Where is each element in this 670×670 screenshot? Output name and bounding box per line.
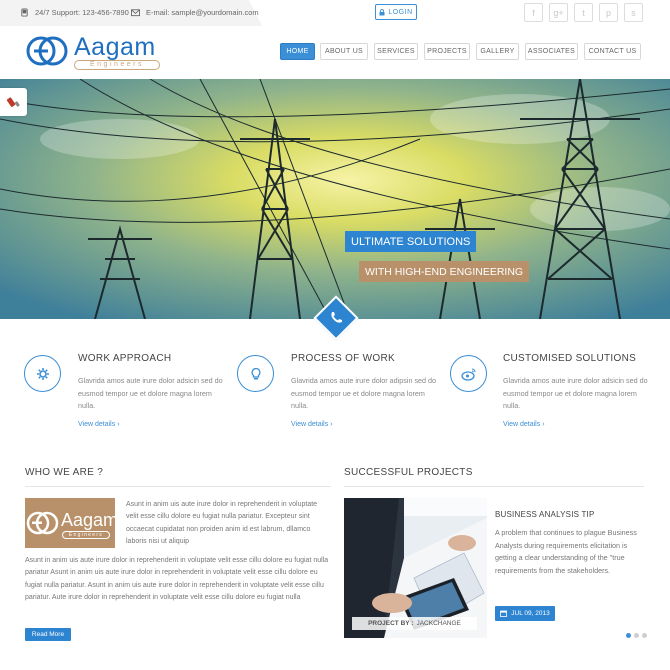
support-text: 24/7 Support: 123-456-7890 <box>35 8 129 17</box>
nav-associates[interactable]: ASSOCIATES <box>525 43 578 60</box>
twitter-icon: t <box>582 7 585 18</box>
feature-1-icon-circle <box>24 355 61 392</box>
feature-3-title: CUSTOMISED SOLUTIONS <box>503 353 637 364</box>
carousel-dot-2[interactable] <box>634 633 639 638</box>
hero-caption-primary: ULTIMATE SOLUTIONS <box>345 231 477 252</box>
feature-2-link[interactable]: View details › <box>291 421 333 428</box>
email-text: E-mail: sample@yourdomain.com <box>146 8 259 17</box>
nav-projects-label: PROJECTS <box>427 48 467 55</box>
feature-3-text: Glavrida amos aute irure dolor adsicin s… <box>503 376 648 410</box>
project-date-badge: JUL 09, 2013 <box>495 606 555 621</box>
nav-contact-us[interactable]: CONTACT US <box>584 43 641 60</box>
envelope-icon <box>131 9 140 17</box>
site-logo[interactable]: Aagam Engineers <box>26 29 166 73</box>
feature-1-title: WORK APPROACH <box>78 353 172 364</box>
pinterest-button[interactable]: p <box>599 3 618 22</box>
nav-gallery[interactable]: GALLERY <box>476 43 519 60</box>
hero-caption-secondary: WITH HIGH-END ENGINEERING <box>359 261 530 282</box>
calendar-icon <box>500 610 508 617</box>
nav-home[interactable]: HOME <box>280 43 315 60</box>
feature-2-text: Glavrida amos aute irure dolor adipsin s… <box>291 376 437 410</box>
twitter-button[interactable]: t <box>574 3 593 22</box>
feature-2-link-label: View details <box>291 421 329 428</box>
skype-button[interactable]: s <box>624 3 643 22</box>
projects-title: SUCCESSFUL PROJECTS <box>344 467 473 478</box>
login-label: LOGIN <box>388 8 413 16</box>
email-info: E-mail: sample@yourdomain.com <box>131 8 259 17</box>
login-button[interactable]: LOGIN <box>375 4 417 20</box>
projects-divider <box>344 486 644 487</box>
chevron-right-icon: › <box>330 421 333 428</box>
nav-services[interactable]: SERVICES <box>374 43 418 60</box>
project-item-title[interactable]: BUSINESS ANALYSIS TIP <box>495 510 595 519</box>
logo-name: Aagam <box>74 33 156 61</box>
nav-projects[interactable]: PROJECTS <box>424 43 470 60</box>
site-header: Aagam Engineers HOME ABOUT US SERVICES P… <box>0 28 670 78</box>
nav-about-us[interactable]: ABOUT US <box>320 43 368 60</box>
weibo-icon <box>460 367 476 381</box>
feature-1-link-label: View details <box>78 421 116 428</box>
feature-2-title: PROCESS OF WORK <box>291 353 395 364</box>
settings-tab[interactable] <box>0 88 27 116</box>
who-we-are-title: WHO WE ARE ? <box>25 467 104 478</box>
chevron-right-icon: › <box>117 421 120 428</box>
who-we-are-logo-image: Aagam Engineers <box>25 498 119 548</box>
project-by-caption: PROJECT BY : JACKCHANGE <box>352 617 477 630</box>
carousel-dot-3[interactable] <box>642 633 647 638</box>
project-item-text: A problem that continues to plague Busin… <box>495 528 637 575</box>
feature-2-icon-circle <box>237 355 274 392</box>
phone-icon <box>21 8 28 17</box>
lock-icon <box>379 8 385 15</box>
hero-image <box>0 79 670 319</box>
carousel-dot-1[interactable] <box>626 633 631 638</box>
google-plus-button[interactable]: g+ <box>549 3 568 22</box>
who-logo-subtitle: Engineers <box>62 531 110 539</box>
nav-gallery-label: GALLERY <box>480 48 515 55</box>
feature-1-text: Glavrida amos aute irure dolor adsicin s… <box>78 376 223 410</box>
project-date: JUL 09, 2013 <box>511 610 550 617</box>
skype-icon: s <box>631 7 636 18</box>
nav-home-label: HOME <box>286 48 309 55</box>
who-we-are-body: Asunt in anim uis aute irure dolor in re… <box>25 557 329 601</box>
project-by-value: JACKCHANGE <box>416 620 461 627</box>
hero-slider[interactable] <box>0 79 670 319</box>
who-we-are-divider <box>25 486 331 487</box>
read-more-button[interactable]: Read More <box>25 628 71 641</box>
google-plus-icon: g+ <box>553 7 564 18</box>
feature-3-link[interactable]: View details › <box>503 421 545 428</box>
chevron-right-icon: › <box>542 421 545 428</box>
facebook-icon: f <box>532 7 535 18</box>
nav-about-us-label: ABOUT US <box>324 48 364 55</box>
who-we-are-intro: Asunt in anim uis aute irure dolor in re… <box>126 501 318 545</box>
nav-associates-label: ASSOCIATES <box>527 48 576 55</box>
lightbulb-icon <box>251 367 260 379</box>
who-logo-name: Aagam <box>61 510 119 530</box>
paint-brush-icon <box>6 97 20 107</box>
logo-mark-icon <box>26 36 68 66</box>
top-bar: 24/7 Support: 123-456-7890 E-mail: sampl… <box>0 0 670 28</box>
feature-1-link[interactable]: View details › <box>78 421 120 428</box>
feature-3-link-label: View details <box>503 421 541 428</box>
nav-services-label: SERVICES <box>377 48 415 55</box>
facebook-button[interactable]: f <box>524 3 543 22</box>
feature-3-icon-circle <box>450 355 487 392</box>
nav-contact-us-label: CONTACT US <box>588 48 637 55</box>
phone-icon <box>331 312 342 323</box>
pinterest-icon: p <box>605 7 611 18</box>
support-info: 24/7 Support: 123-456-7890 <box>20 8 129 17</box>
gear-icon <box>36 367 49 380</box>
project-by-label: PROJECT BY : <box>368 620 414 627</box>
logo-subtitle: Engineers <box>74 60 160 70</box>
